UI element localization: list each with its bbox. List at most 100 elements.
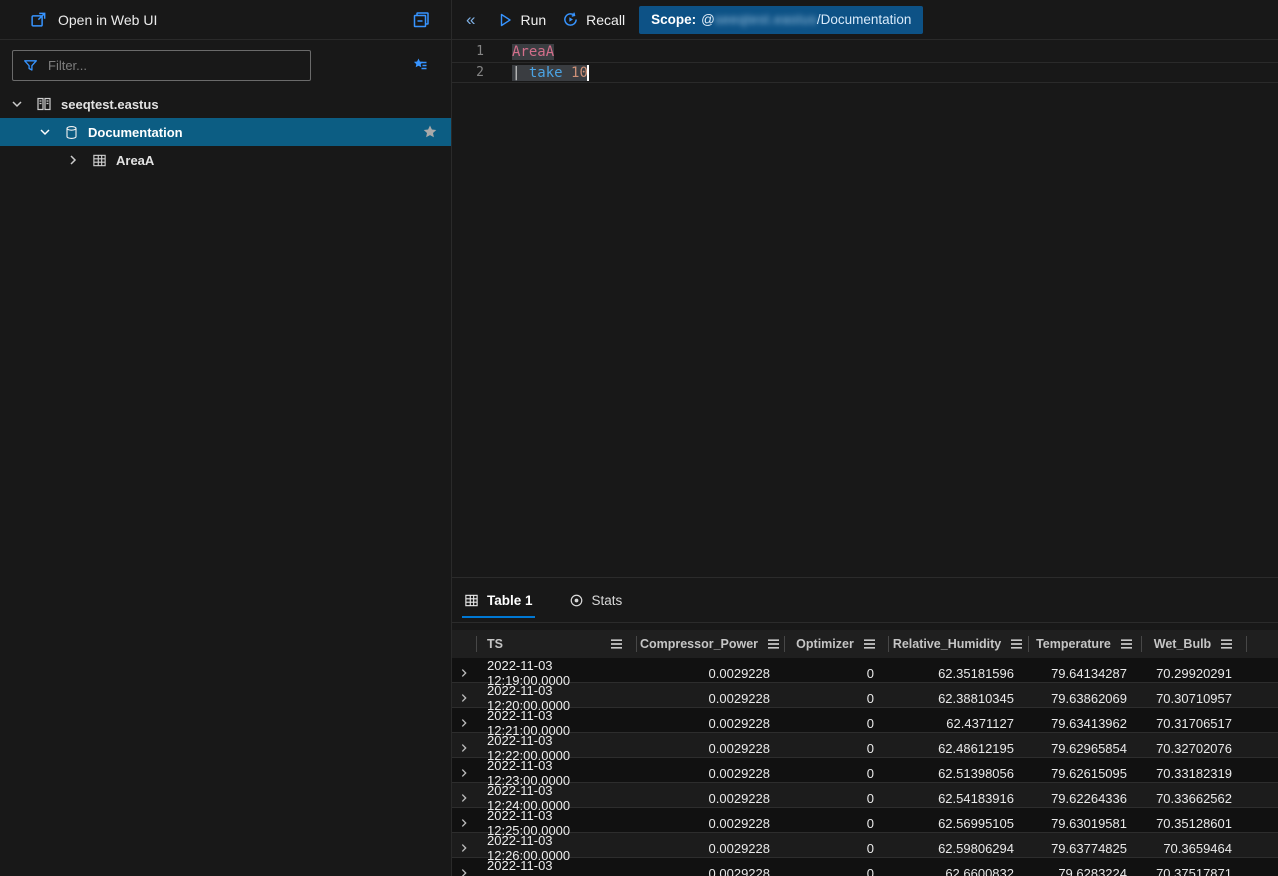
line-number: 1 xyxy=(452,42,496,62)
collapse-sidebar-button[interactable]: « xyxy=(466,10,475,30)
cell-compressor-power: 0.0029228 xyxy=(636,741,784,756)
split-panel-icon[interactable] xyxy=(411,10,431,30)
column-header-temperature[interactable]: Temperature xyxy=(1028,630,1141,658)
cell-compressor-power: 0.0029228 xyxy=(636,766,784,781)
table-row[interactable]: 2022-11-03 12:26:00.0000 0.0029228 0 62.… xyxy=(452,833,1278,858)
table-row[interactable]: 2022-11-03 12:24:00.0000 0.0029228 0 62.… xyxy=(452,783,1278,808)
column-menu-icon[interactable] xyxy=(863,638,876,650)
play-icon xyxy=(497,12,513,28)
cell-temperature: 79.6283224 xyxy=(1028,866,1141,876)
cell-relative-humidity: 62.4371127 xyxy=(888,716,1028,731)
cell-relative-humidity: 62.35181596 xyxy=(888,666,1028,681)
text-cursor xyxy=(587,65,589,81)
token-keyword-take: take xyxy=(529,65,563,81)
table-row[interactable]: 2022-11-03 12:22:00.0000 0.0029228 0 62.… xyxy=(452,733,1278,758)
row-expand-chevron[interactable] xyxy=(452,867,476,876)
tab-stats-label: Stats xyxy=(592,593,623,608)
recall-icon xyxy=(562,11,579,28)
column-menu-icon[interactable] xyxy=(1120,638,1133,650)
favorites-filter-icon[interactable] xyxy=(410,55,430,75)
favorite-star-icon[interactable] xyxy=(422,124,438,140)
grid-icon xyxy=(464,593,479,608)
table-row[interactable]: 2022-11-03 12:20:00.0000 0.0029228 0 62.… xyxy=(452,683,1278,708)
cell-relative-humidity: 62.6600832 xyxy=(888,866,1028,876)
external-link-icon xyxy=(30,11,47,28)
row-expand-chevron[interactable] xyxy=(452,717,476,729)
cell-optimizer: 0 xyxy=(784,791,888,806)
column-menu-icon[interactable] xyxy=(610,638,623,650)
cell-compressor-power: 0.0029228 xyxy=(636,691,784,706)
row-expand-chevron[interactable] xyxy=(452,692,476,704)
tree-item-database[interactable]: Documentation xyxy=(0,118,451,146)
table-row[interactable]: 2022-11-03 12:27:00.0000 0.0029228 0 62.… xyxy=(452,858,1278,876)
row-expand-chevron[interactable] xyxy=(452,817,476,829)
table-row[interactable]: 2022-11-03 12:25:00.0000 0.0029228 0 62.… xyxy=(452,808,1278,833)
chevron-down-icon[interactable] xyxy=(10,97,24,111)
cell-compressor-power: 0.0029228 xyxy=(636,666,784,681)
cell-relative-humidity: 62.48612195 xyxy=(888,741,1028,756)
token-space xyxy=(563,65,571,81)
results-grid: TS Compressor_Power Optimi xyxy=(452,630,1278,876)
tab-stats[interactable]: Stats xyxy=(569,578,623,622)
tab-table-1[interactable]: Table 1 xyxy=(464,578,533,622)
editor-line-2: 2 | take 10 xyxy=(452,62,1278,83)
database-icon xyxy=(64,125,79,140)
cluster-icon xyxy=(36,96,52,112)
results-tab-bar: Table 1 Stats xyxy=(452,578,1278,623)
column-menu-icon[interactable] xyxy=(767,638,780,650)
table-row[interactable]: 2022-11-03 12:21:00.0000 0.0029228 0 62.… xyxy=(452,708,1278,733)
cluster-tree: seeqtest.eastus Documentation xyxy=(0,90,451,174)
column-menu-icon[interactable] xyxy=(1010,638,1023,650)
cell-temperature: 79.63019581 xyxy=(1028,816,1141,831)
column-menu-icon[interactable] xyxy=(1220,638,1233,650)
filter-input[interactable] xyxy=(48,58,268,73)
cell-compressor-power: 0.0029228 xyxy=(636,791,784,806)
query-editor[interactable]: 1 AreaA 2 | take 10 xyxy=(452,40,1278,577)
cell-optimizer: 0 xyxy=(784,816,888,831)
cell-ts: 2022-11-03 12:27:00.0000 xyxy=(476,858,636,876)
line-number: 2 xyxy=(452,63,496,82)
cell-relative-humidity: 62.54183916 xyxy=(888,791,1028,806)
row-expand-chevron[interactable] xyxy=(452,742,476,754)
cell-wet-bulb: 70.3659464 xyxy=(1141,841,1246,856)
cell-wet-bulb: 70.30710957 xyxy=(1141,691,1246,706)
cell-temperature: 79.64134287 xyxy=(1028,666,1141,681)
app-window: Open in Web UI « Run xyxy=(0,0,1278,876)
recall-label: Recall xyxy=(586,12,625,28)
run-button[interactable]: Run xyxy=(497,12,546,28)
chevron-right-icon[interactable] xyxy=(66,153,80,167)
scope-button[interactable]: Scope: @ seeqtest.eastus /Documentation xyxy=(639,6,923,34)
column-header-optimizer[interactable]: Optimizer xyxy=(784,630,888,658)
column-header-compressor-power[interactable]: Compressor_Power xyxy=(636,630,784,658)
row-expand-chevron[interactable] xyxy=(452,667,476,679)
token-number-literal: 10 xyxy=(571,65,588,81)
results-panel: Table 1 Stats xyxy=(452,577,1278,876)
cell-temperature: 79.62965854 xyxy=(1028,741,1141,756)
column-header-ts[interactable]: TS xyxy=(476,630,636,658)
row-expand-chevron[interactable] xyxy=(452,767,476,779)
run-label: Run xyxy=(520,12,546,28)
column-header-wet-bulb[interactable]: Wet_Bulb xyxy=(1141,630,1246,658)
header-expand-spacer xyxy=(452,630,476,658)
cell-compressor-power: 0.0029228 xyxy=(636,716,784,731)
row-expand-chevron[interactable] xyxy=(452,792,476,804)
recall-button[interactable]: Recall xyxy=(562,11,625,28)
token-table-name: AreaA xyxy=(512,44,554,60)
cell-optimizer: 0 xyxy=(784,866,888,876)
scope-at-sign: @ xyxy=(701,12,715,27)
query-toolbar: « Run Recall xyxy=(452,0,1278,39)
row-expand-chevron[interactable] xyxy=(452,842,476,854)
tree-item-table[interactable]: AreaA xyxy=(0,146,451,174)
open-in-web-ui-button[interactable]: Open in Web UI xyxy=(0,0,452,39)
column-label: TS xyxy=(487,637,503,651)
cell-relative-humidity: 62.38810345 xyxy=(888,691,1028,706)
table-row[interactable]: 2022-11-03 12:23:00.0000 0.0029228 0 62.… xyxy=(452,758,1278,783)
table-row[interactable]: 2022-11-03 12:19:00.0000 0.0029228 0 62.… xyxy=(452,658,1278,683)
chevron-down-icon[interactable] xyxy=(38,125,52,139)
cell-temperature: 79.63774825 xyxy=(1028,841,1141,856)
filter-row xyxy=(0,45,451,85)
column-header-relative-humidity[interactable]: Relative_Humidity xyxy=(888,630,1028,658)
tree-item-cluster[interactable]: seeqtest.eastus xyxy=(0,90,451,118)
filter-input-box[interactable] xyxy=(12,50,311,81)
cell-relative-humidity: 62.51398056 xyxy=(888,766,1028,781)
